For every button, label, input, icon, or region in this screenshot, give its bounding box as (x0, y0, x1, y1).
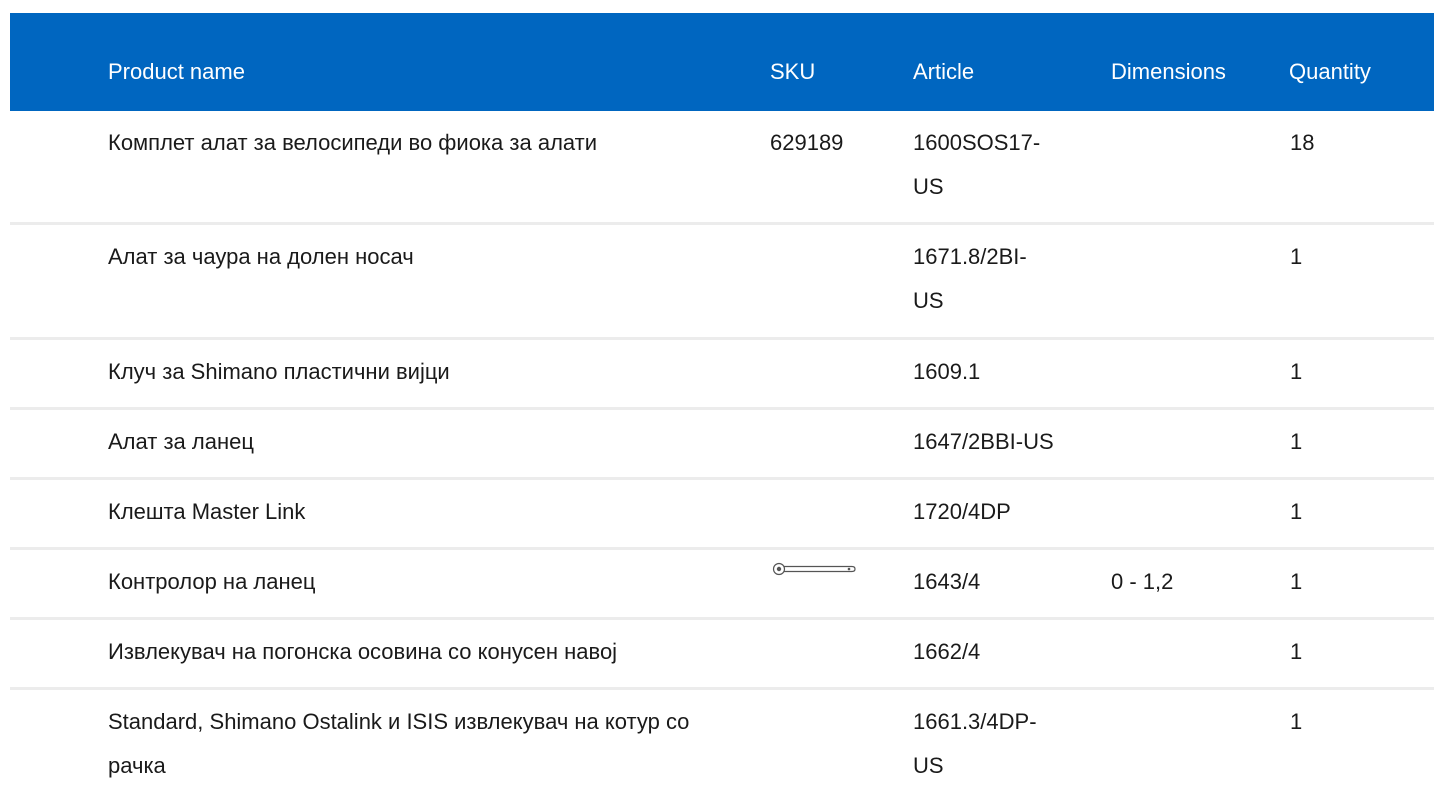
quantity-cell: 1 (1290, 359, 1303, 384)
product-name-cell: Клуч за Shimano пластични вијци (108, 359, 450, 384)
quantity-cell: 1 (1290, 244, 1303, 269)
quantity-cell: 1 (1290, 499, 1303, 524)
table-row: Комплет алат за велосипеди во фиока за а… (10, 111, 1434, 225)
sku-cell: 629189 (770, 130, 844, 155)
table-row: Клешта Master Link 1720/4DP 1 (10, 480, 1434, 550)
article-cell: 1671.8/2BI-US (913, 244, 1027, 313)
product-name-cell: Контролор на ланец (108, 569, 316, 594)
column-header-dimensions[interactable]: Dimensions (1111, 59, 1226, 85)
quantity-cell: 1 (1290, 639, 1303, 664)
quantity-cell: 1 (1290, 709, 1303, 734)
table-row: Алат за чаура на долен носач 1671.8/2BI-… (10, 225, 1434, 340)
table-row: Контролор на ланец 1643/4 0 - 1,2 1 (10, 550, 1434, 620)
product-name-cell: Клешта Master Link (108, 499, 306, 524)
product-name-cell: Алат за ланец (108, 429, 254, 454)
product-name-cell: Комплет алат за велосипеди во фиока за а… (108, 130, 598, 155)
chain-checker-tool-icon (772, 562, 856, 576)
column-header-quantity[interactable]: Quantity (1289, 59, 1371, 85)
table-row: Алат за ланец 1647/2BBI-US 1 (10, 410, 1434, 480)
article-cell: 1661.3/4DP-US (913, 709, 1037, 778)
product-table: Product name SKU Article Dimensions Quan… (10, 13, 1434, 790)
article-cell: 1600SOS17-US (913, 130, 1041, 199)
column-header-sku[interactable]: SKU (770, 59, 815, 85)
product-name-cell: Алат за чаура на долен носач (108, 244, 414, 269)
article-cell: 1720/4DP (913, 499, 1011, 524)
table-row: Клуч за Shimano пластични вијци 1609.1 1 (10, 340, 1434, 410)
product-name-cell: Standard, Shimano Ostalink и ISIS извлек… (108, 709, 690, 778)
column-header-article[interactable]: Article (913, 59, 974, 85)
article-cell: 1609.1 (913, 359, 981, 384)
column-header-product-name[interactable]: Product name (108, 59, 245, 85)
article-cell: 1643/4 (913, 569, 981, 594)
quantity-cell: 1 (1290, 569, 1303, 594)
dimensions-cell: 0 - 1,2 (1111, 569, 1174, 594)
product-name-cell: Извлекувач на погонска осовина со конусе… (108, 639, 618, 664)
article-cell: 1647/2BBI-US (913, 429, 1054, 454)
quantity-cell: 1 (1290, 429, 1303, 454)
table-row: Standard, Shimano Ostalink и ISIS извлек… (10, 690, 1434, 790)
table-row: Извлекувач на погонска осовина со конусе… (10, 620, 1434, 690)
quantity-cell: 18 (1290, 130, 1315, 155)
table-header: Product name SKU Article Dimensions Quan… (10, 13, 1434, 111)
article-cell: 1662/4 (913, 639, 981, 664)
